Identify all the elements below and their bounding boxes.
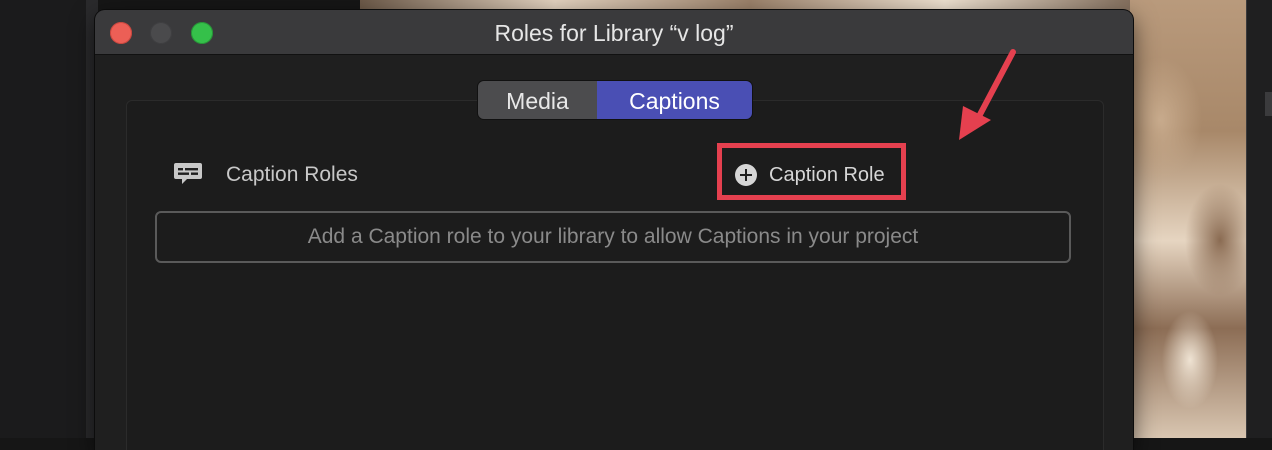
roles-content-panel bbox=[126, 100, 1104, 450]
roles-window: Roles for Library “v log” Media Captions… bbox=[95, 10, 1133, 450]
titlebar: Roles for Library “v log” bbox=[95, 10, 1133, 55]
window-title: Roles for Library “v log” bbox=[494, 20, 734, 46]
caption-bubble-icon bbox=[174, 163, 202, 184]
roles-tab-control: Media Captions bbox=[478, 81, 752, 119]
tab-media[interactable]: Media bbox=[478, 81, 597, 119]
annotation-arrow-icon bbox=[959, 49, 1016, 140]
background-photo bbox=[1130, 0, 1248, 438]
tab-captions[interactable]: Captions bbox=[597, 81, 752, 119]
background-window-left bbox=[0, 0, 96, 438]
panel-notch bbox=[1265, 92, 1272, 116]
caption-roles-heading: Caption Roles bbox=[226, 163, 358, 186]
annotation-highlight-box bbox=[717, 143, 906, 200]
caption-roles-empty-hint: Add a Caption role to your library to al… bbox=[155, 211, 1071, 263]
background-right-panel bbox=[1246, 0, 1272, 438]
